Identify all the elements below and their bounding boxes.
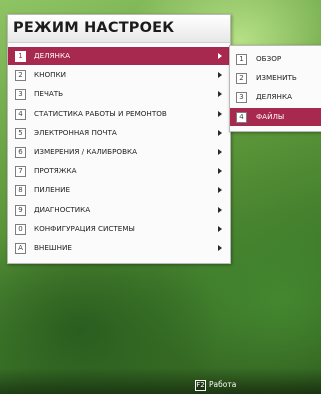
- chevron-right-icon: [218, 168, 222, 175]
- settings-menu: РЕЖИМ НАСТРОЕК 1 ДЕЛЯНКА 2 КНОПКИ 3 ПЕЧА…: [7, 14, 231, 265]
- menu-item-protyazhka[interactable]: 7 ПРОТЯЖКА: [8, 162, 230, 180]
- menu-item-number: 5: [15, 127, 26, 139]
- menu-item-label: ЭЛЕКТРОННАЯ ПОЧТА: [34, 127, 117, 137]
- menu-list: 1 ДЕЛЯНКА 2 КНОПКИ 3 ПЕЧАТЬ 4 СТАТИСТИКА…: [8, 43, 230, 263]
- menu-item-vneshnie[interactable]: A ВНЕШНИЕ: [8, 239, 230, 257]
- chevron-right-icon: [218, 148, 222, 155]
- menu-item-number: 9: [15, 204, 26, 216]
- menu-item-label: ИЗМЕРЕНИЯ / КАЛИБРОВКА: [34, 146, 138, 156]
- submenu-item-obzor[interactable]: 1 ОБЗОР: [230, 50, 321, 68]
- chevron-right-icon: [218, 206, 222, 213]
- submenu-item-label: ОБЗОР: [256, 54, 282, 63]
- submenu-item-number: 3: [236, 92, 247, 104]
- chevron-right-icon: [218, 110, 222, 117]
- menu-item-label: ДЕЛЯНКА: [34, 51, 70, 60]
- menu-item-number: 4: [15, 108, 26, 120]
- submenu-item-number: 2: [236, 73, 247, 85]
- menu-item-number: 0: [15, 223, 26, 235]
- chevron-right-icon: [218, 53, 222, 59]
- menu-item-pilenie[interactable]: 8 ПИЛЕНИЕ: [8, 181, 230, 199]
- menu-item-email[interactable]: 5 ЭЛЕКТРОННАЯ ПОЧТА: [8, 124, 230, 142]
- status-hint[interactable]: F2 Работа: [195, 379, 237, 391]
- submenu-item-number: 4: [236, 111, 247, 123]
- menu-item-label: ПИЛЕНИЕ: [34, 185, 71, 195]
- chevron-right-icon: [218, 244, 222, 251]
- menu-item-konfiguratsiya[interactable]: 0 КОНФИГУРАЦИЯ СИСТЕМЫ: [8, 220, 230, 238]
- menu-item-label: СТАТИСТИКА РАБОТЫ И РЕМОНТОВ: [34, 108, 167, 118]
- status-label: Работа: [209, 380, 237, 389]
- menu-item-knopki[interactable]: 2 КНОПКИ: [8, 66, 230, 84]
- chevron-right-icon: [218, 187, 222, 194]
- submenu-item-label: ФАЙЛЫ: [256, 111, 285, 121]
- menu-item-number: 8: [15, 185, 26, 197]
- submenu-item-label: ДЕЛЯНКА: [256, 92, 292, 102]
- menu-item-number: 3: [15, 89, 26, 101]
- chevron-right-icon: [218, 91, 222, 98]
- submenu-item-faily[interactable]: 4 ФАЙЛЫ: [230, 107, 321, 126]
- menu-item-label: ПРОТЯЖКА: [34, 166, 77, 176]
- chevron-right-icon: [218, 225, 222, 232]
- submenu-item-izmenit[interactable]: 2 ИЗМЕНИТЬ: [230, 69, 321, 87]
- menu-item-label: ДИАГНОСТИКА: [34, 204, 91, 214]
- submenu-item-delyanka[interactable]: 3 ДЕЛЯНКА: [230, 88, 321, 106]
- menu-item-diagnostika[interactable]: 9 ДИАГНОСТИКА: [8, 201, 230, 219]
- menu-item-number: 2: [15, 70, 26, 82]
- menu-item-pechat[interactable]: 3 ПЕЧАТЬ: [8, 85, 230, 103]
- menu-item-label: ВНЕШНИЕ: [34, 242, 72, 252]
- chevron-right-icon: [218, 129, 222, 136]
- menu-item-statistika[interactable]: 4 СТАТИСТИКА РАБОТЫ И РЕМОНТОВ: [8, 105, 230, 123]
- background-shade: [0, 368, 321, 394]
- menu-item-number: 7: [15, 166, 26, 178]
- menu-item-delyanka[interactable]: 1 ДЕЛЯНКА: [8, 47, 230, 65]
- submenu-item-label: ИЗМЕНИТЬ: [256, 73, 297, 83]
- menu-item-label: КОНФИГУРАЦИЯ СИСТЕМЫ: [34, 223, 135, 233]
- chevron-right-icon: [218, 72, 222, 79]
- menu-item-number: A: [15, 242, 26, 254]
- menu-item-number: 6: [15, 146, 26, 158]
- menu-item-label: КНОПКИ: [34, 70, 67, 80]
- delyanka-submenu: 1 ОБЗОР 2 ИЗМЕНИТЬ 3 ДЕЛЯНКА 4 ФАЙЛЫ: [229, 45, 321, 132]
- menu-item-izmereniya[interactable]: 6 ИЗМЕРЕНИЯ / КАЛИБРОВКА: [8, 143, 230, 161]
- menu-item-label: ПЕЧАТЬ: [34, 89, 64, 99]
- menu-item-number: 1: [15, 51, 26, 62]
- menu-title: РЕЖИМ НАСТРОЕК: [8, 15, 230, 43]
- submenu-item-number: 1: [236, 54, 247, 65]
- f2-key-badge: F2: [195, 380, 206, 391]
